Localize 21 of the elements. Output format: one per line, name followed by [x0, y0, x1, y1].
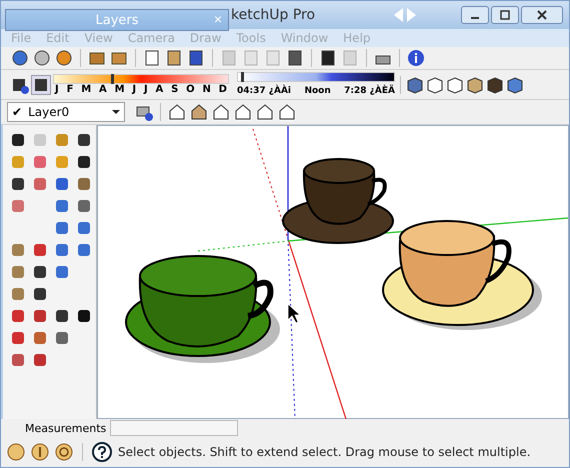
month-label: A [156, 84, 164, 95]
month-label: M [81, 84, 92, 95]
window-title: ketchUp Pro [231, 7, 316, 23]
time-label: 7:28 ¿ÀÈÄ [344, 85, 395, 97]
time-label: Noon [304, 85, 331, 97]
panel-title: Layers [95, 12, 139, 28]
status-text: Select objects. Shift to extend select. Drag mouse to select multiple. [118, 445, 531, 459]
month-label: S [171, 84, 178, 95]
layer-dropdown[interactable]: ✔ Layer0 [7, 102, 125, 122]
close-button[interactable]: × [212, 11, 224, 27]
month-label: D [218, 84, 227, 95]
month-label: M [114, 84, 125, 95]
month-label: J [144, 84, 148, 95]
month-label: O [186, 84, 195, 95]
month-label: F [66, 84, 74, 95]
time-label: 04:37 ¿ÀÀi [237, 85, 292, 97]
measurements-label: Measurements [25, 422, 106, 434]
month-label: J [55, 84, 59, 95]
month-label: N [202, 84, 211, 95]
month-label: A [99, 84, 107, 95]
month-label: J [132, 84, 136, 95]
